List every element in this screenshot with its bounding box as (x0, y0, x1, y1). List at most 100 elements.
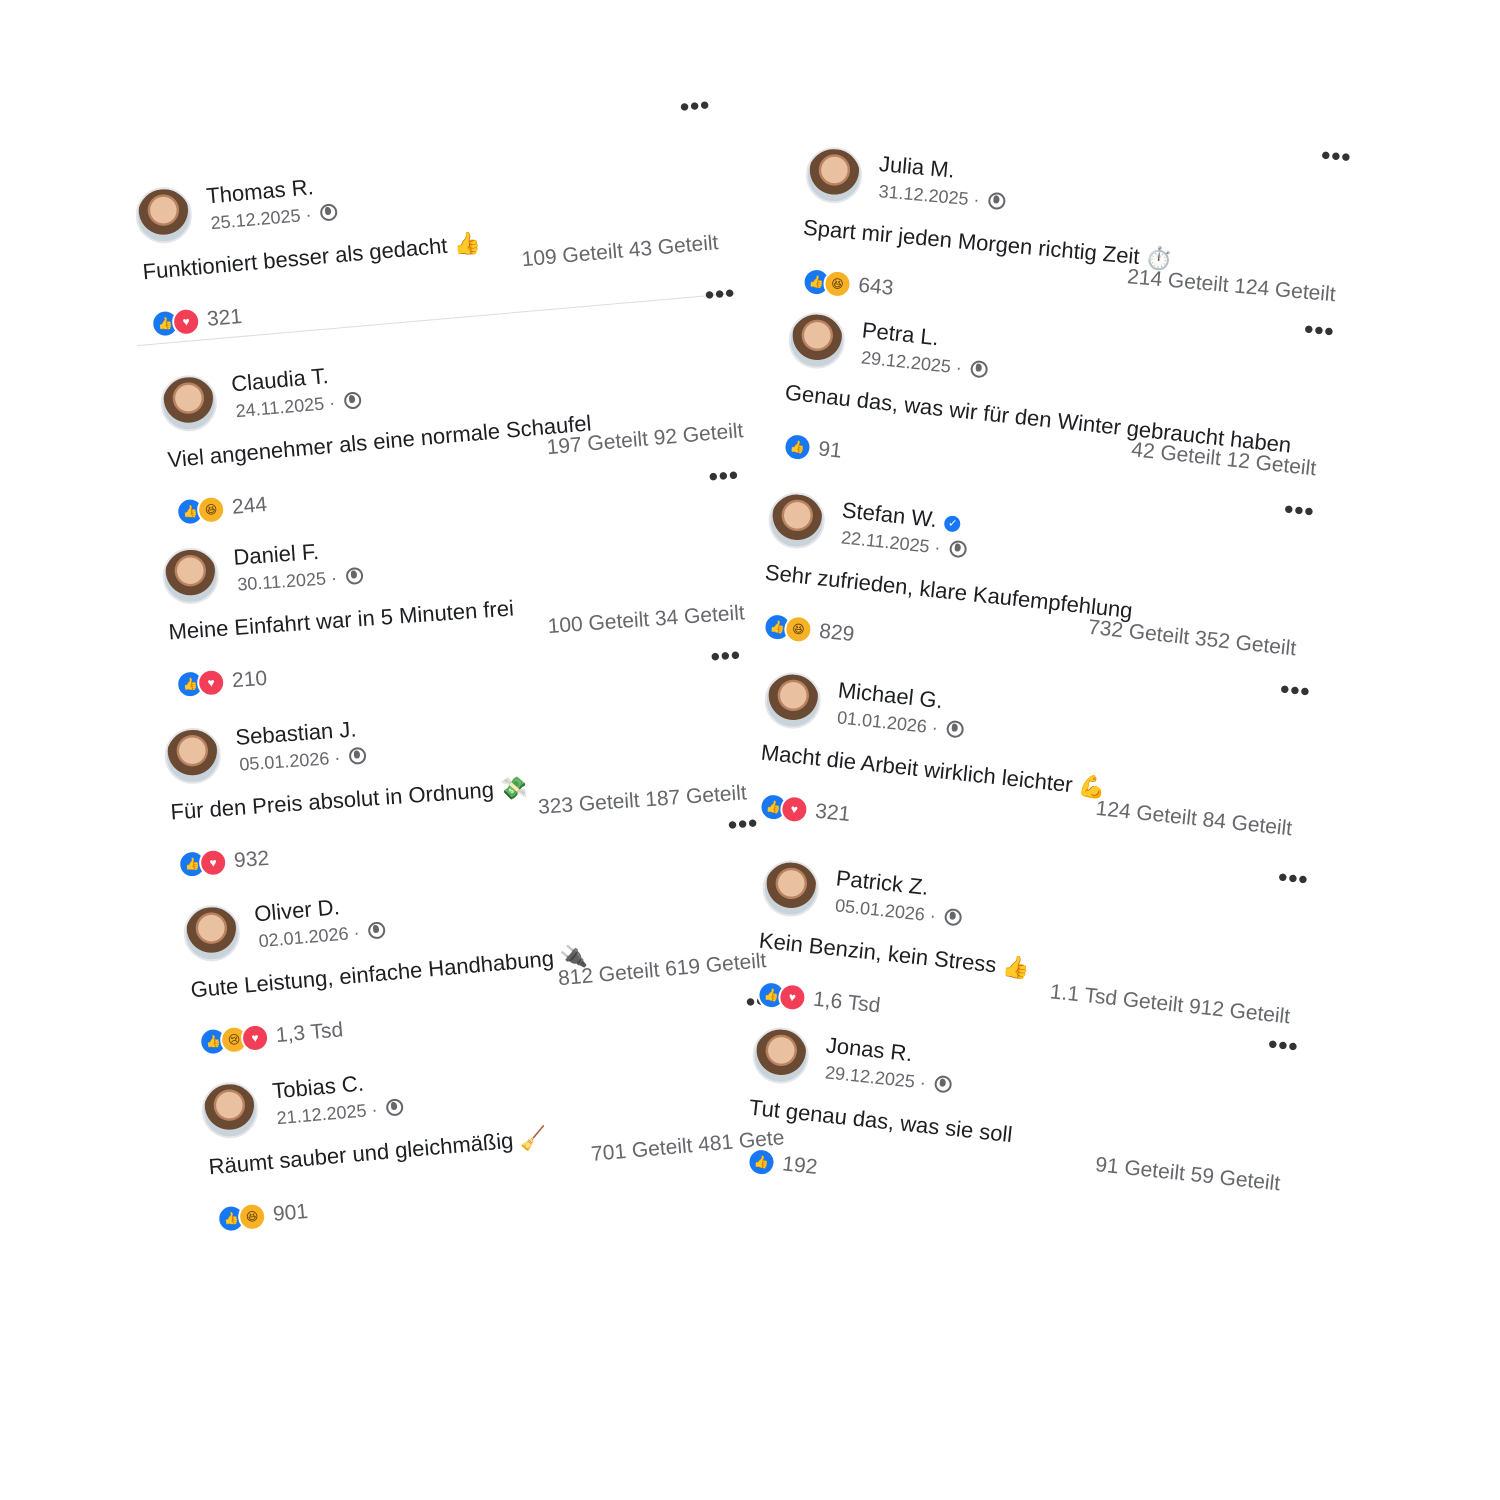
share-count[interactable]: 732 Geteilt 352 Geteilt (1087, 616, 1297, 662)
more-options-icon[interactable]: ••• (1267, 1029, 1300, 1062)
globe-icon (345, 566, 364, 586)
post-meta: 01.01.2026 · (836, 707, 965, 741)
more-options-icon[interactable]: ••• (1283, 494, 1316, 527)
separator-dot: · (918, 1072, 927, 1093)
separator-dot: · (328, 392, 336, 414)
author-name[interactable]: Tobias C. (271, 1071, 365, 1105)
post-date[interactable]: 31.12.2025 (878, 181, 969, 209)
separator-dot: · (304, 204, 313, 225)
share-count[interactable]: 214 Geteilt 124 Geteilt (1126, 265, 1336, 307)
share-count[interactable]: 323 Geteilt 187 Geteilt (537, 781, 747, 820)
author-name[interactable]: Oliver D. (253, 894, 341, 927)
separator-dot: · (370, 1099, 379, 1120)
reaction-count: 321 (206, 304, 243, 331)
globe-icon (933, 1074, 953, 1094)
comment-text: Viel angenehmer als eine normale Schaufe… (166, 410, 593, 473)
avatar[interactable] (160, 545, 221, 606)
separator-dot: · (930, 717, 939, 738)
globe-icon (987, 191, 1007, 211)
globe-icon (343, 391, 362, 410)
avatar[interactable] (765, 489, 828, 552)
post-date[interactable]: 22.11.2025 (840, 527, 930, 556)
comment-text: Kein Benzin, kein Stress 👍 (757, 927, 1031, 981)
post-meta: 30.11.2025 · (237, 566, 364, 596)
avatar[interactable] (158, 372, 220, 434)
post-date[interactable]: 05.01.2026 (239, 748, 330, 774)
avatar[interactable] (133, 184, 195, 246)
more-options-icon[interactable]: ••• (1277, 862, 1310, 895)
avatar[interactable] (761, 669, 824, 732)
reaction-count: 901 (272, 1199, 309, 1226)
post-date[interactable]: 05.01.2026 (834, 895, 926, 924)
more-options-icon[interactable]: ••• (1303, 314, 1336, 347)
more-options-icon[interactable]: ••• (1320, 140, 1353, 173)
avatar[interactable] (803, 144, 865, 206)
separator-dot: · (954, 357, 963, 378)
like-reaction-icon: 👍 (746, 1146, 777, 1178)
avatar[interactable] (759, 857, 822, 920)
author-name[interactable]: Petra L. (861, 317, 940, 351)
share-count[interactable]: 812 Geteilt 619 Geteilt (557, 949, 767, 991)
share-count[interactable]: 124 Geteilt 84 Geteilt (1095, 797, 1294, 841)
more-options-icon[interactable]: ••• (679, 89, 712, 122)
more-options-icon[interactable]: ••• (704, 277, 737, 310)
author-name[interactable]: Claudia T. (230, 363, 329, 397)
share-count[interactable]: 100 Geteilt 34 Geteilt (547, 601, 745, 639)
post-date[interactable]: 24.11.2025 (235, 394, 325, 422)
more-options-icon[interactable]: ••• (710, 639, 742, 671)
separator-dot: · (933, 537, 942, 558)
author-name[interactable]: Thomas R. (205, 174, 314, 209)
post-date[interactable]: 29.12.2025 (824, 1062, 916, 1091)
author-name[interactable]: Daniel F. (233, 539, 320, 571)
post-date[interactable]: 30.11.2025 (237, 568, 327, 594)
post-meta: 29.12.2025 · (824, 1062, 953, 1096)
globe-icon (367, 921, 387, 940)
post-meta: 05.01.2026 · (834, 895, 963, 929)
separator-dot: · (330, 567, 338, 589)
post-meta: 05.01.2026 · (239, 746, 367, 776)
comment-text: Räumt sauber und gleichmäßig 🧹 (207, 1124, 548, 1180)
verified-badge-icon: ✓ (943, 515, 962, 533)
author-name[interactable]: Sebastian J. (235, 716, 358, 750)
reaction-count: 192 (781, 1152, 819, 1179)
post-date[interactable]: 29.12.2025 (860, 347, 952, 376)
comment-text: Tut genau das, was sie soll (747, 1094, 1014, 1148)
author-name[interactable]: Julia M. (878, 151, 956, 184)
comment-text: Spart mir jeden Morgen richtig Zeit ⏱️ (802, 214, 1174, 272)
author-name[interactable]: Jonas R. (825, 1032, 914, 1067)
comment-text: Funktioniert besser als gedacht 👍 (141, 229, 482, 285)
share-count[interactable]: 91 Geteilt 59 Geteilt (1094, 1153, 1281, 1196)
separator-dot: · (352, 922, 361, 943)
post-meta: 29.12.2025 · (860, 347, 989, 381)
post-date[interactable]: 02.01.2026 (258, 923, 349, 951)
comment-text: Gute Leistung, einfache Handhabung 🔌 (189, 942, 589, 1003)
post-meta: 31.12.2025 · (878, 181, 1007, 213)
author-name[interactable]: Patrick Z. (835, 865, 930, 901)
globe-icon (348, 746, 367, 765)
globe-icon (319, 203, 339, 222)
avatar[interactable] (181, 902, 243, 964)
avatar[interactable] (162, 725, 223, 786)
comment-text: Für den Preis absolut in Ordnung 💸 (169, 774, 529, 825)
separator-dot: · (928, 905, 937, 926)
more-options-icon[interactable]: ••• (1279, 674, 1312, 707)
avatar[interactable] (199, 1079, 261, 1141)
post-date[interactable]: 25.12.2025 (210, 205, 301, 233)
globe-icon (385, 1098, 405, 1117)
more-options-icon[interactable]: ••• (708, 459, 740, 491)
reactions-bar[interactable]: 👍 😆 901 (216, 1198, 309, 1234)
post-date[interactable]: 01.01.2026 (836, 707, 928, 736)
globe-icon (943, 907, 963, 927)
share-count[interactable]: 109 Geteilt 43 Geteilt (521, 231, 720, 272)
author-name-text[interactable]: Stefan W. (841, 497, 938, 532)
globe-icon (945, 719, 965, 739)
globe-icon (969, 359, 989, 379)
avatar[interactable] (785, 309, 848, 372)
globe-icon (948, 539, 968, 559)
post-date[interactable]: 21.12.2025 (276, 1100, 367, 1128)
comment-text: Macht die Arbeit wirklich leichter 💪 (759, 739, 1108, 801)
comment-text: Meine Einfahrt war in 5 Minuten frei (167, 595, 515, 645)
comment-text: Sehr zufrieden, klare Kaufempfehlung (763, 559, 1134, 624)
avatar[interactable] (749, 1024, 812, 1087)
separator-dot: · (972, 189, 981, 210)
